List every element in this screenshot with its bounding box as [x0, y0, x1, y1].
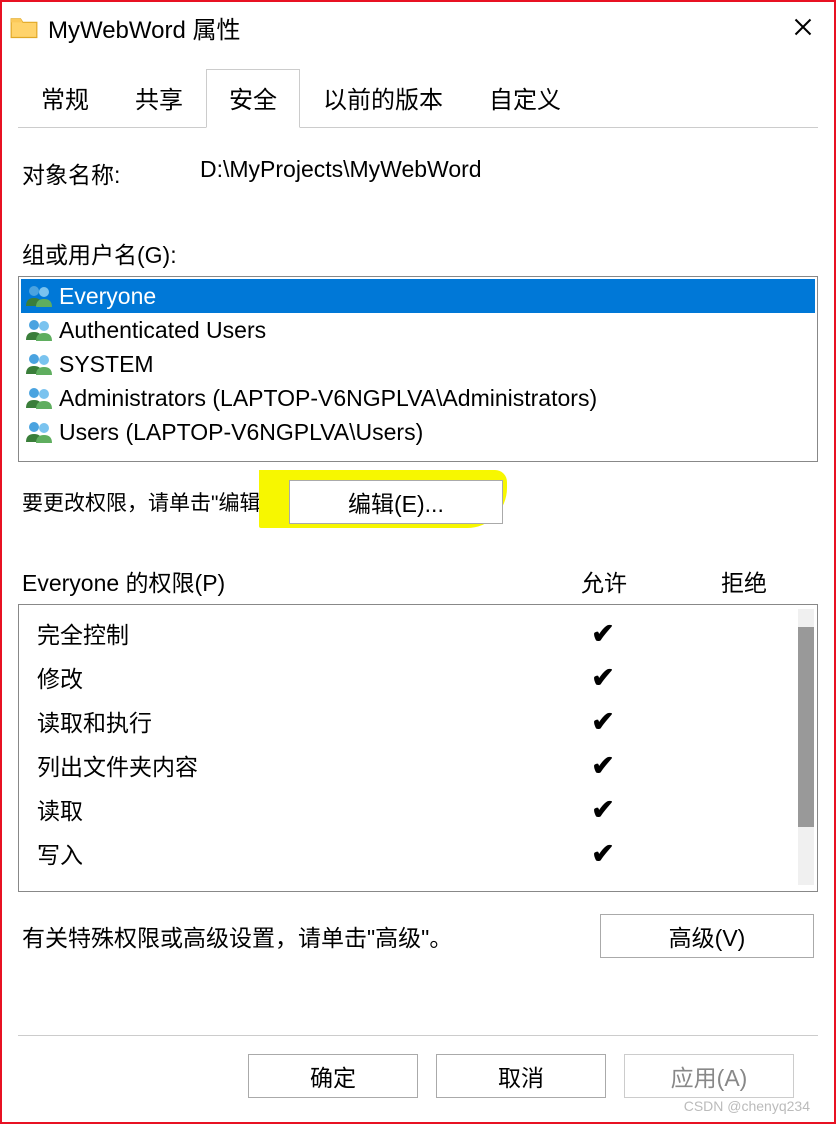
users-icon — [25, 352, 53, 376]
permissions-header: Everyone 的权限(P) 允许 拒绝 — [22, 564, 814, 598]
edit-button[interactable]: 编辑(E)... — [289, 480, 503, 524]
check-icon: ✔ — [533, 837, 673, 870]
list-item-label: Everyone — [59, 283, 156, 310]
tab-sharing[interactable]: 共享 — [112, 69, 206, 128]
check-icon: ✔ — [533, 749, 673, 782]
permission-row: 修改 ✔ — [37, 655, 817, 699]
allow-header: 允许 — [534, 564, 674, 598]
list-item[interactable]: Administrators (LAPTOP-V6NGPLVA\Administ… — [21, 381, 815, 415]
apply-button[interactable]: 应用(A) — [624, 1054, 794, 1098]
window-title: MyWebWord 属性 — [48, 10, 240, 45]
users-icon — [25, 386, 53, 410]
object-name-row: 对象名称: D:\MyProjects\MyWebWord — [22, 156, 818, 190]
tab-customize[interactable]: 自定义 — [466, 69, 584, 128]
permission-row: 写入 ✔ — [37, 831, 817, 875]
permission-name: 读取和执行 — [37, 704, 533, 738]
permission-row: 完全控制 ✔ — [37, 611, 817, 655]
tab-previous-versions[interactable]: 以前的版本 — [300, 69, 466, 128]
tab-security[interactable]: 安全 — [206, 69, 300, 128]
permissions-box: 完全控制 ✔ 修改 ✔ 读取和执行 ✔ 列出文件夹内容 ✔ — [18, 604, 818, 892]
deny-header: 拒绝 — [674, 564, 814, 598]
users-icon — [25, 420, 53, 444]
permission-name: 写入 — [37, 836, 533, 870]
permission-name: 读取 — [37, 792, 533, 826]
users-icon — [25, 318, 53, 342]
list-item-label: Users (LAPTOP-V6NGPLVA\Users) — [59, 419, 423, 446]
permission-row: 读取和执行 ✔ — [37, 699, 817, 743]
permission-name: 列出文件夹内容 — [37, 748, 533, 782]
list-item[interactable]: Everyone — [21, 279, 815, 313]
permissions-title: Everyone 的权限(P) — [22, 564, 534, 598]
object-name-label: 对象名称: — [22, 156, 200, 190]
list-item-label: SYSTEM — [59, 351, 154, 378]
advanced-hint: 有关特殊权限或高级设置，请单击"高级"。 — [22, 919, 452, 953]
list-item-label: Authenticated Users — [59, 317, 266, 344]
advanced-button[interactable]: 高级(V) — [600, 914, 814, 958]
check-icon: ✔ — [533, 793, 673, 826]
check-icon: ✔ — [533, 617, 673, 650]
permission-row: 列出文件夹内容 ✔ — [37, 743, 817, 787]
watermark: CSDN @chenyq234 — [684, 1098, 810, 1114]
close-icon — [793, 17, 813, 37]
list-item[interactable]: Authenticated Users — [21, 313, 815, 347]
check-icon: ✔ — [533, 705, 673, 738]
permission-row: 读取 ✔ — [37, 787, 817, 831]
list-item-label: Administrators (LAPTOP-V6NGPLVA\Administ… — [59, 385, 597, 412]
close-button[interactable] — [780, 7, 826, 47]
cancel-button[interactable]: 取消 — [436, 1054, 606, 1098]
permission-name: 修改 — [37, 660, 533, 694]
edit-hint: 要更改权限，请单击"编辑"。 — [22, 487, 289, 517]
permission-name: 完全控制 — [37, 616, 533, 650]
object-name-value: D:\MyProjects\MyWebWord — [200, 156, 482, 190]
folder-icon — [10, 15, 38, 39]
list-item[interactable]: Users (LAPTOP-V6NGPLVA\Users) — [21, 415, 815, 449]
scrollbar-thumb[interactable] — [798, 627, 814, 827]
tabs: 常规 共享 安全 以前的版本 自定义 — [18, 68, 818, 128]
ok-button[interactable]: 确定 — [248, 1054, 418, 1098]
group-user-list[interactable]: Everyone Authenticated Users SYSTEM Admi… — [18, 276, 818, 462]
tab-general[interactable]: 常规 — [18, 69, 112, 128]
title-bar: MyWebWord 属性 — [2, 2, 834, 52]
list-item[interactable]: SYSTEM — [21, 347, 815, 381]
users-icon — [25, 284, 53, 308]
check-icon: ✔ — [533, 661, 673, 694]
group-user-label: 组或用户名(G): — [22, 236, 818, 270]
